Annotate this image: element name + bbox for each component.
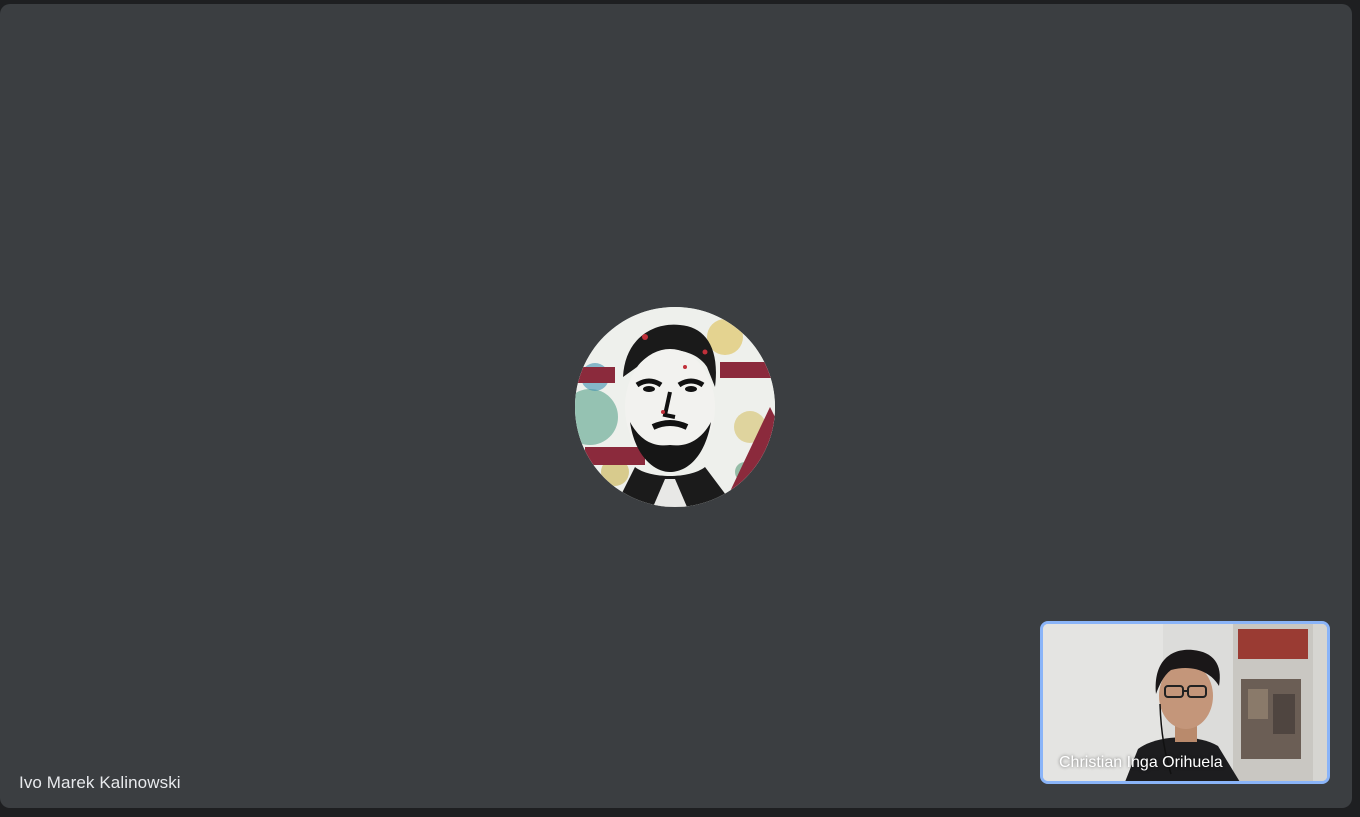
self-view-tile[interactable]: Christian Inga Orihuela bbox=[1040, 621, 1330, 784]
avatar-portrait-icon bbox=[575, 307, 775, 507]
participant-avatar bbox=[575, 307, 775, 507]
main-participant-name: Ivo Marek Kalinowski bbox=[19, 773, 181, 792]
self-view-name: Christian Inga Orihuela bbox=[1059, 754, 1223, 771]
